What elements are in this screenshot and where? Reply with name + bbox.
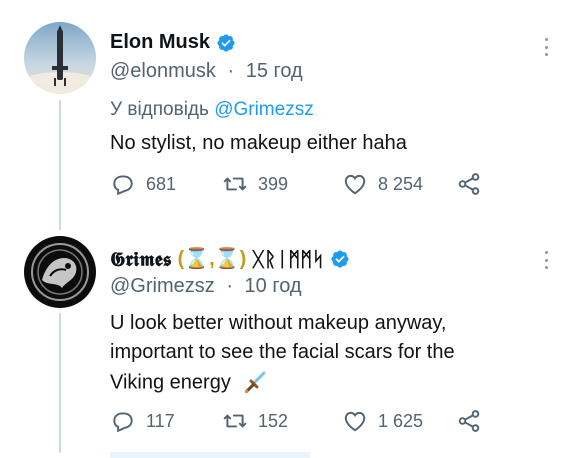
reply-button[interactable]: 681 bbox=[110, 171, 176, 197]
separator: · bbox=[226, 275, 233, 297]
more-options-icon[interactable] bbox=[543, 38, 549, 56]
share-button[interactable] bbox=[456, 408, 492, 434]
retweet-icon bbox=[223, 177, 247, 191]
like-count: 8 254 bbox=[378, 173, 424, 194]
thread-line-1 bbox=[59, 100, 61, 230]
like-button[interactable]: 1 625 bbox=[342, 408, 423, 434]
tweet-1-handle-row: @elonmusk · 15 год bbox=[110, 60, 303, 83]
retweet-button[interactable]: 399 bbox=[222, 171, 288, 197]
tweet-2-actions: 117 152 1 625 bbox=[110, 408, 510, 436]
timestamp[interactable]: 15 год bbox=[246, 60, 303, 82]
share-icon bbox=[458, 173, 480, 195]
tweet-1-actions: 681 399 8 254 bbox=[110, 171, 510, 199]
tweet-text-line-2: important to see the facial scars for th… bbox=[110, 341, 455, 363]
timestamp[interactable]: 10 год bbox=[245, 275, 302, 297]
reply-count: 117 bbox=[146, 410, 175, 431]
reply-button[interactable]: 117 bbox=[110, 408, 175, 434]
tweet-text-line-1: U look better without makeup anyway, bbox=[110, 312, 447, 334]
like-button[interactable]: 8 254 bbox=[342, 171, 423, 197]
starship-avatar-icon bbox=[24, 22, 96, 94]
more-options-icon[interactable] bbox=[543, 251, 549, 269]
display-name[interactable]: Elon Musk bbox=[110, 31, 210, 54]
tweet-1-name-row: Elon Musk bbox=[110, 31, 236, 54]
retweet-count: 399 bbox=[258, 173, 289, 194]
retweet-count: 152 bbox=[258, 410, 289, 431]
display-name-hourglass: (⌛,⌛) bbox=[177, 248, 247, 270]
retweet-button[interactable]: 152 bbox=[222, 408, 288, 434]
display-name-prefix[interactable]: 𝕲𝖗𝖎𝖒𝖊𝖘 bbox=[110, 247, 172, 271]
separator: · bbox=[227, 60, 235, 82]
heart-icon bbox=[344, 174, 366, 195]
tweet-text-line-3: Viking energy bbox=[110, 370, 268, 396]
display-name-runes: ᚷᚱᛁᛗᛗᛋ bbox=[252, 246, 325, 271]
reply-to-line: У відповідь @Grimezsz bbox=[110, 99, 314, 121]
verified-badge-icon bbox=[217, 33, 235, 52]
verified-badge-icon bbox=[331, 249, 349, 268]
reply-mention-link[interactable]: @Grimezsz bbox=[214, 99, 314, 120]
reply-icon bbox=[113, 412, 133, 433]
heart-icon bbox=[344, 411, 366, 432]
like-count: 1 625 bbox=[378, 410, 424, 431]
reply-icon bbox=[113, 175, 133, 196]
tweet-2-name-row: 𝕲𝖗𝖎𝖒𝖊𝖘 (⌛,⌛) ᚷᚱᛁᛗᛗᛋ bbox=[110, 246, 350, 271]
tweet-2-handle-row: @Grimezsz · 10 год bbox=[110, 275, 302, 298]
dagger-emoji-icon bbox=[245, 371, 267, 394]
avatar[interactable] bbox=[24, 22, 96, 94]
share-button[interactable] bbox=[456, 171, 492, 197]
tweet-text-line-3-text: Viking energy bbox=[110, 371, 231, 394]
thread-line-2 bbox=[59, 313, 61, 453]
share-icon bbox=[458, 410, 480, 432]
avatar[interactable] bbox=[24, 236, 96, 308]
reply-prefix: У відповідь bbox=[110, 99, 209, 120]
next-reply-preview bbox=[110, 452, 310, 458]
reply-count: 681 bbox=[146, 173, 177, 194]
handle[interactable]: @Grimezsz bbox=[110, 275, 215, 297]
retweet-icon bbox=[223, 414, 247, 428]
tweet-text: No stylist, no makeup either haha bbox=[110, 132, 407, 154]
grimes-avatar-icon bbox=[24, 236, 96, 308]
handle[interactable]: @elonmusk bbox=[110, 60, 216, 82]
